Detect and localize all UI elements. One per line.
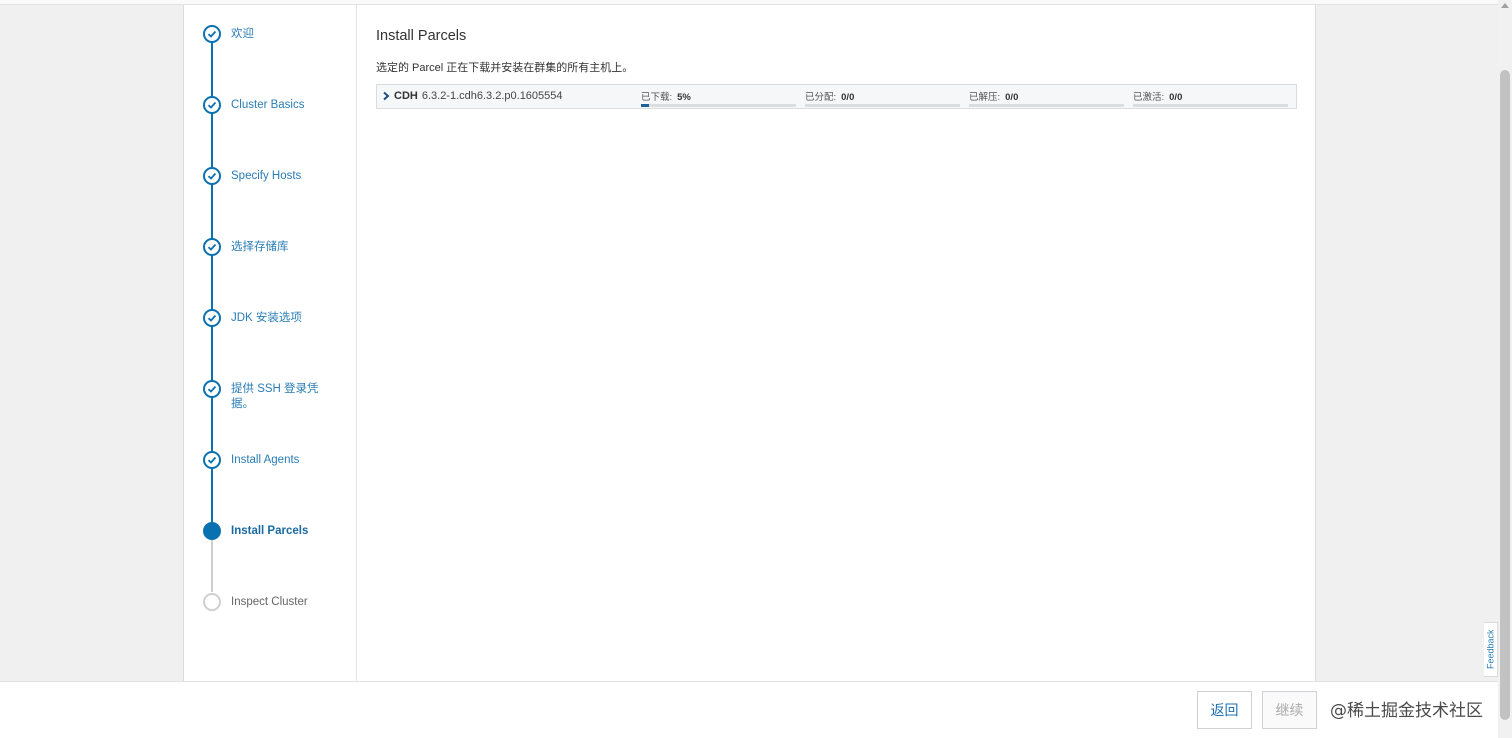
check-icon [203, 25, 221, 43]
stat-label: 已下载: [641, 92, 673, 103]
stat-value: 0/0 [1005, 92, 1019, 103]
watermark: @稀土掘金技术社区 [1330, 701, 1483, 721]
page-scrollbar[interactable] [1498, 0, 1512, 738]
continue-button: 继续 [1262, 691, 1317, 729]
page-description: 选定的 Parcel 正在下载并安装在群集的所有主机上。 [376, 62, 634, 74]
step-label: 欢迎 [231, 28, 254, 40]
step-specify-hosts[interactable]: Specify Hosts [203, 167, 353, 207]
progress-bar [969, 104, 1124, 107]
stat-distributed: 已分配: 0/0 [805, 89, 960, 107]
stat-downloaded: 已下载: 5% [641, 89, 796, 107]
wizard-card: 欢迎 Cluster Basics Specify Hosts 选择存储库 JD… [183, 5, 1316, 681]
step-cluster-basics[interactable]: Cluster Basics [203, 96, 353, 136]
step-label: Install Agents [231, 454, 300, 466]
step-inspect-cluster: Inspect Cluster [203, 593, 353, 633]
stat-activated: 已激活: 0/0 [1133, 89, 1288, 107]
step-label: JDK 安装选项 [231, 312, 302, 324]
progress-bar [805, 104, 960, 107]
step-ssh-credentials[interactable]: 提供 SSH 登录凭据。 [203, 380, 353, 420]
progress-bar [641, 104, 796, 107]
parcel-row: CDH 6.3.2-1.cdh6.3.2.p0.1605554 已下载: 5% 已… [376, 84, 1297, 109]
parcel-name: CDH [394, 90, 418, 102]
stat-label: 已激活: [1133, 92, 1165, 103]
chevron-right-icon [383, 91, 390, 101]
step-install-parcels[interactable]: Install Parcels [203, 522, 353, 562]
step-welcome[interactable]: 欢迎 [203, 25, 353, 65]
step-label: 提供 SSH 登录凭据。 [231, 383, 319, 410]
check-icon [203, 451, 221, 469]
stat-label: 已分配: [805, 92, 837, 103]
pending-step-icon [203, 593, 221, 611]
step-jdk-options[interactable]: JDK 安装选项 [203, 309, 353, 349]
step-label: Install Parcels [231, 525, 309, 537]
wizard-footer: 返回 继续 @稀土掘金技术社区 [0, 681, 1498, 738]
progress-fill [641, 104, 649, 107]
check-icon [203, 309, 221, 327]
step-label: 选择存储库 [231, 241, 289, 253]
feedback-tab[interactable]: Feedback [1484, 622, 1498, 677]
step-install-agents[interactable]: Install Agents [203, 451, 353, 491]
stat-value: 5% [677, 92, 691, 103]
check-icon [203, 238, 221, 256]
page-title: Install Parcels [376, 28, 467, 44]
step-select-repository[interactable]: 选择存储库 [203, 238, 353, 278]
parcel-version: 6.3.2-1.cdh6.3.2.p0.1605554 [421, 90, 563, 102]
step-label: Cluster Basics [231, 99, 305, 111]
scrollbar-thumb[interactable] [1500, 70, 1510, 720]
scroll-up-arrow-icon[interactable] [1501, 3, 1509, 8]
check-icon [203, 380, 221, 398]
current-step-icon [203, 522, 221, 540]
step-label: Inspect Cluster [231, 596, 308, 608]
stat-label: 已解压: [969, 92, 1001, 103]
main-content: Install Parcels 选定的 Parcel 正在下载并安装在群集的所有… [376, 5, 1316, 681]
stat-value: 0/0 [1169, 92, 1183, 103]
step-label: Specify Hosts [231, 170, 302, 182]
wizard-steps-sidebar: 欢迎 Cluster Basics Specify Hosts 选择存储库 JD… [184, 5, 357, 681]
check-icon [203, 96, 221, 114]
parcel-expand-toggle[interactable]: CDH 6.3.2-1.cdh6.3.2.p0.1605554 [381, 90, 563, 102]
stat-unpacked: 已解压: 0/0 [969, 89, 1124, 107]
back-button[interactable]: 返回 [1197, 691, 1252, 729]
stat-value: 0/0 [841, 92, 855, 103]
progress-bar [1133, 104, 1288, 107]
check-icon [203, 167, 221, 185]
